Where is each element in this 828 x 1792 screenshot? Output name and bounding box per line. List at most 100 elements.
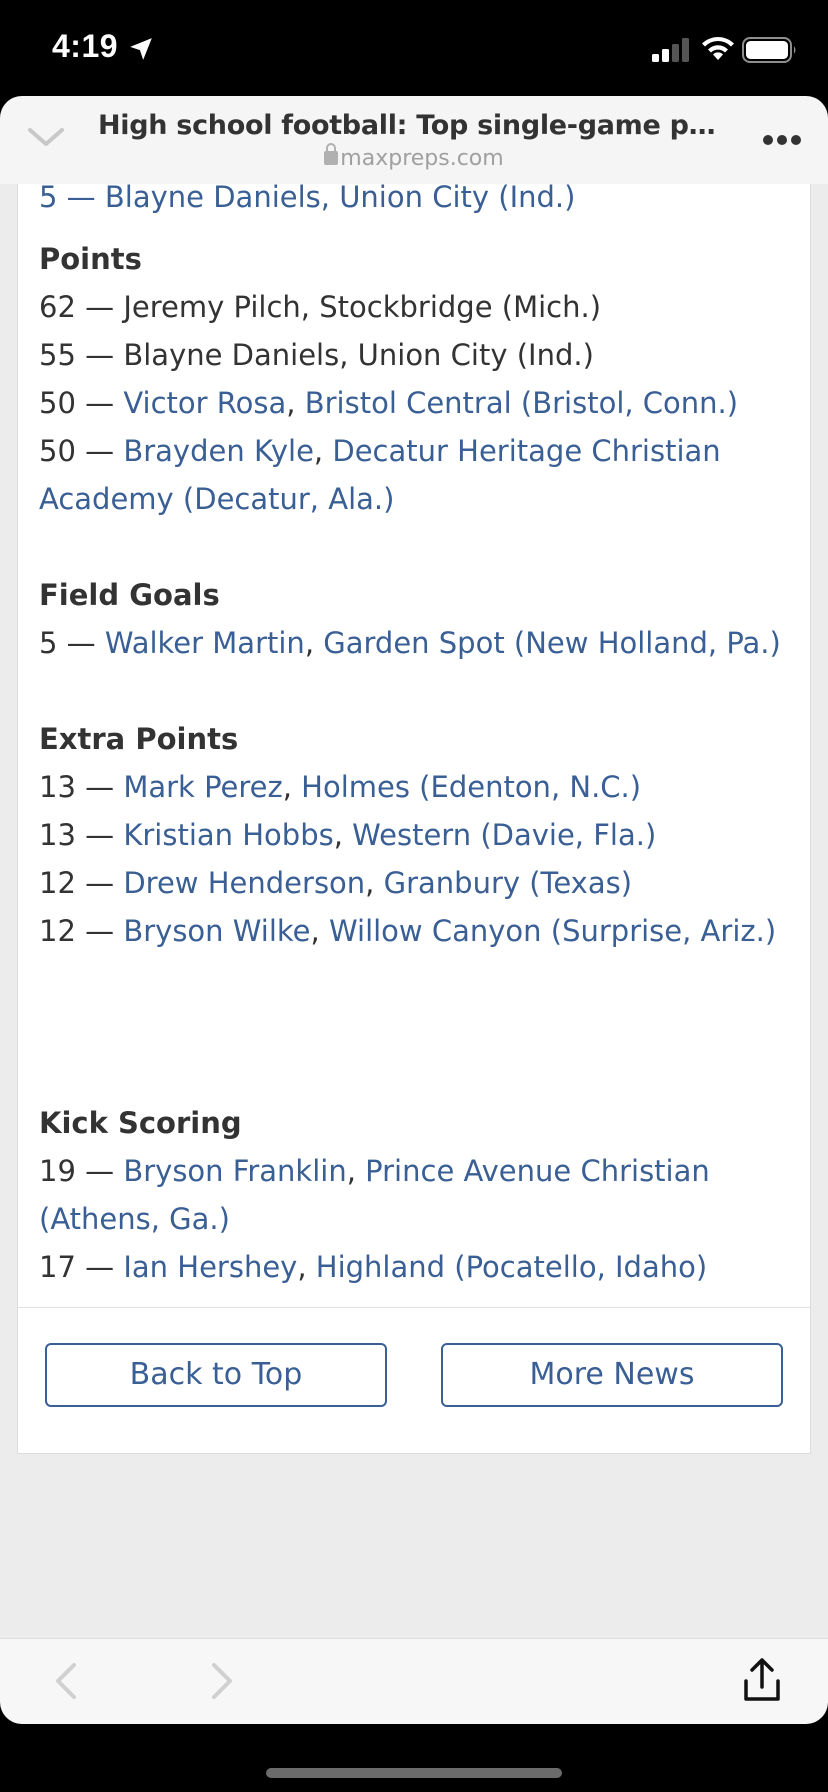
dash: — <box>85 818 115 852</box>
stat-value: 55 <box>39 338 76 372</box>
player-name[interactable]: Kristian Hobbs <box>123 818 333 852</box>
comma: , <box>286 386 296 420</box>
url-text: maxpreps.com <box>340 146 504 171</box>
stat-value: 19 <box>39 1154 76 1188</box>
school-name[interactable]: Western (Davie, Fla.) <box>352 818 656 852</box>
comma: , <box>333 818 343 852</box>
comma: , <box>304 626 315 660</box>
separator <box>76 338 85 372</box>
separator <box>310 290 319 324</box>
forward-arrow-icon[interactable] <box>206 1661 238 1701</box>
dash: — <box>66 626 96 660</box>
url-display[interactable]: maxpreps.com <box>0 143 828 171</box>
separator <box>114 818 123 852</box>
list-item: 50 — Brayden Kyle, Decatur Heritage Chri… <box>39 427 721 475</box>
comma: , <box>313 434 324 468</box>
separator <box>114 1154 123 1188</box>
school-name[interactable]: Decatur Heritage Christian <box>332 434 720 468</box>
school-name[interactable]: Holmes (Edenton, N.C.) <box>301 770 641 804</box>
location-arrow-icon <box>130 38 152 60</box>
separator <box>76 290 85 324</box>
separator <box>114 914 123 948</box>
dash: — <box>85 770 115 804</box>
player-name[interactable]: Bryson Franklin <box>123 1154 346 1188</box>
list-item: 17 — Ian Hershey, Highland (Pocatello, I… <box>39 1243 707 1291</box>
share-icon[interactable] <box>740 1657 784 1703</box>
separator <box>296 386 305 420</box>
browser-toolbar <box>0 1638 828 1724</box>
separator <box>76 818 85 852</box>
dash: — <box>85 1250 115 1284</box>
home-indicator[interactable] <box>266 1768 562 1778</box>
section-heading: Field Goals <box>39 578 220 612</box>
separator <box>114 290 123 324</box>
stat-value: 50 <box>39 386 76 420</box>
stat-value: 17 <box>39 1250 76 1284</box>
stat-value: 13 <box>39 818 76 852</box>
player-name[interactable]: Walker Martin <box>105 626 305 660</box>
separator <box>348 338 357 372</box>
player-name[interactable]: Victor Rosa <box>123 386 286 420</box>
list-item: 19 — Bryson Franklin, Prince Avenue Chri… <box>39 1147 710 1195</box>
status-time: 4:19 <box>52 28 119 64</box>
separator <box>114 1250 123 1284</box>
stat-value: 12 <box>39 866 76 900</box>
web-page: 5 — Blayne Daniels, Union City (Ind.) Po… <box>0 174 828 1638</box>
cellular-signal-icon <box>652 38 689 62</box>
stat-value: 5 <box>39 626 58 660</box>
comma: , <box>310 914 320 948</box>
school-name[interactable]: Granbury (Texas) <box>384 866 632 900</box>
separator <box>114 386 123 420</box>
school-name-cont[interactable]: Academy (Decatur, Ala.) <box>39 482 394 516</box>
separator <box>76 866 85 900</box>
separator <box>323 434 332 468</box>
dash: — <box>85 914 115 948</box>
section-heading: Points <box>39 242 142 276</box>
section-heading: Extra Points <box>39 722 239 756</box>
separator <box>76 770 85 804</box>
player-name[interactable]: Bryson Wilke <box>123 914 310 948</box>
school-name[interactable]: Highland (Pocatello, Idaho) <box>316 1250 707 1284</box>
comma: , <box>282 770 292 804</box>
stat-value: 50 <box>39 434 76 468</box>
separator <box>76 386 85 420</box>
battery-icon <box>742 37 796 63</box>
dash: — <box>85 290 115 324</box>
player-name[interactable]: Drew Henderson <box>123 866 365 900</box>
page-title[interactable]: High school football: Top single-game pe… <box>98 110 730 141</box>
school-name[interactable]: Prince Avenue Christian <box>365 1154 710 1188</box>
section-heading: Kick Scoring <box>39 1106 242 1140</box>
dash: — <box>85 1154 115 1188</box>
separator <box>320 914 329 948</box>
player-name[interactable]: Ian Hershey <box>123 1250 297 1284</box>
home-area <box>0 1724 828 1792</box>
separator <box>76 1154 85 1188</box>
back-arrow-icon[interactable] <box>50 1661 82 1701</box>
school-name[interactable]: Willow Canyon (Surprise, Ariz.) <box>329 914 776 948</box>
player-name[interactable]: Mark Perez <box>123 770 282 804</box>
separator <box>76 1250 85 1284</box>
list-item-continuation: (Athens, Ga.) <box>39 1195 230 1243</box>
dash: — <box>85 866 115 900</box>
school-name[interactable]: Garden Spot (New Holland, Pa.) <box>323 626 781 660</box>
more-news-button[interactable]: More News <box>441 1343 783 1407</box>
more-options-icon[interactable] <box>762 134 802 146</box>
separator <box>374 866 383 900</box>
wifi-icon <box>702 37 734 60</box>
separator <box>343 818 352 852</box>
comma: , <box>365 866 375 900</box>
player-name[interactable]: Brayden Kyle <box>123 434 314 468</box>
school-name-cont[interactable]: (Athens, Ga.) <box>39 1202 230 1236</box>
list-item: 13 — Kristian Hobbs, Western (Davie, Fla… <box>39 811 656 859</box>
separator <box>76 434 85 468</box>
separator <box>114 770 123 804</box>
school-name: Union City (Ind.) <box>357 338 594 372</box>
comma: , <box>297 1250 307 1284</box>
stat-value: 62 <box>39 290 76 324</box>
stat-value: 13 <box>39 770 76 804</box>
school-name[interactable]: Bristol Central (Bristol, Conn.) <box>305 386 738 420</box>
list-item: 13 — Mark Perez, Holmes (Edenton, N.C.) <box>39 763 641 811</box>
list-item: 55 — Blayne Daniels, Union City (Ind.) <box>39 331 594 379</box>
dash: — <box>85 386 115 420</box>
back-to-top-button[interactable]: Back to Top <box>45 1343 387 1407</box>
